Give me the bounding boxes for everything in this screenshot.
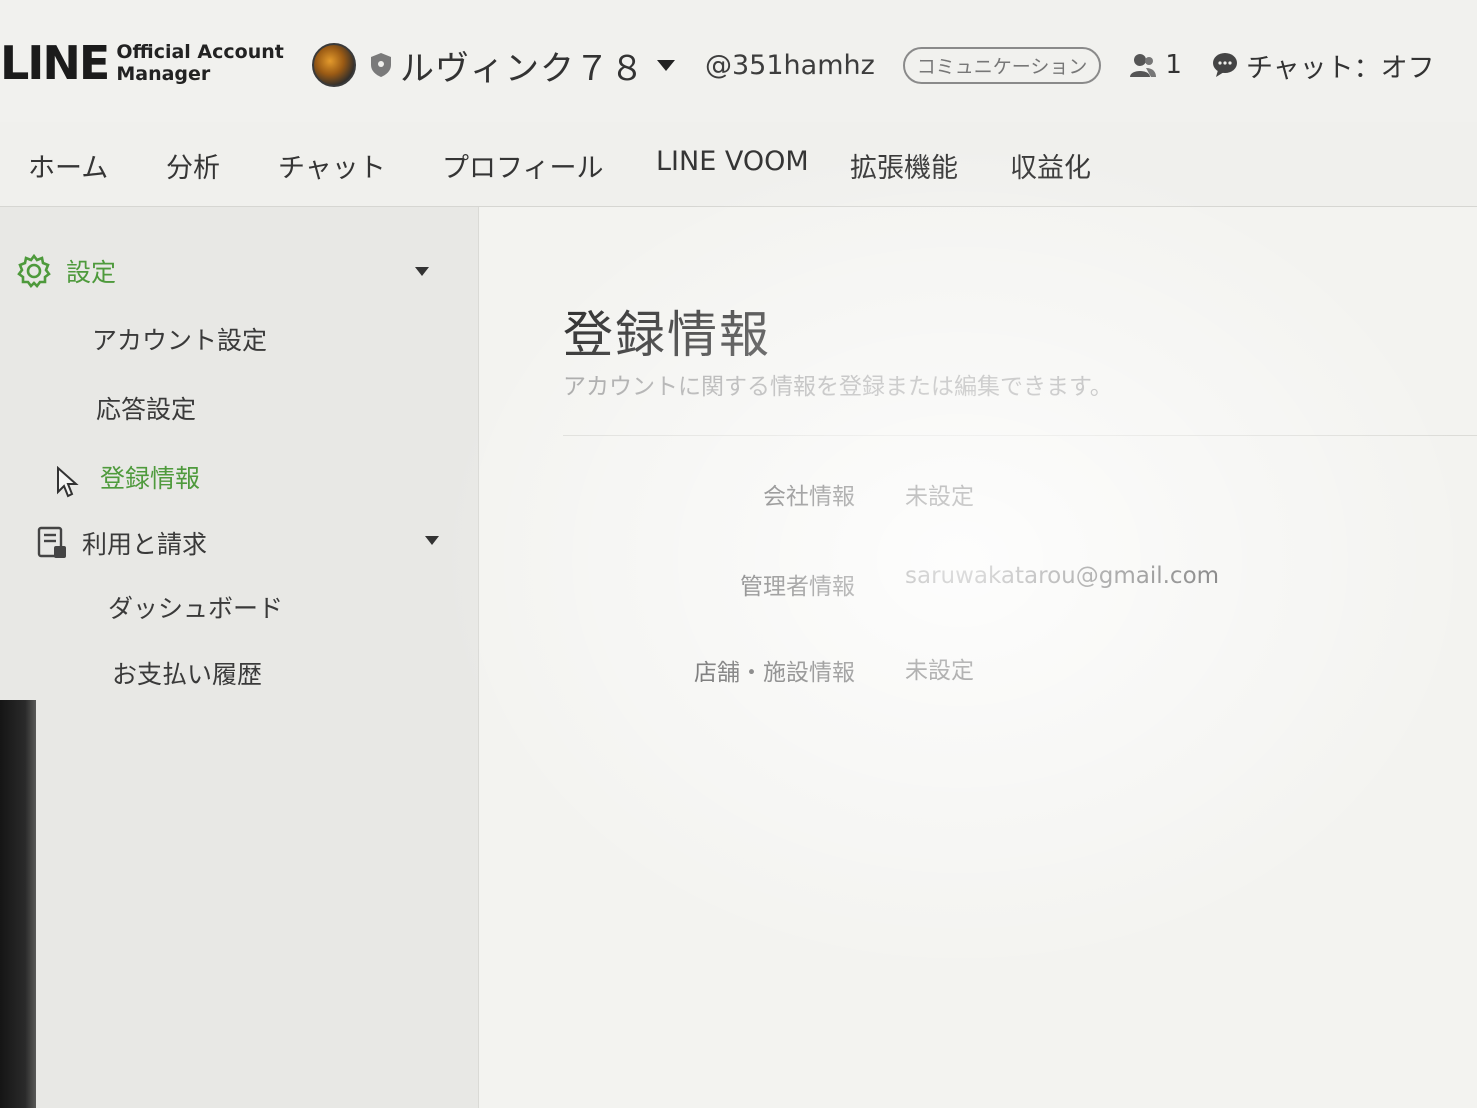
page-title: 登録情報 <box>563 306 771 364</box>
chat-status-toggle[interactable]: チャット：オフ <box>1212 46 1435 85</box>
account-id: @351hamhz <box>705 49 875 81</box>
account-switcher[interactable]: ルヴィンク７８ @351hamhz コミュニケーション 1 チャット：オフ <box>312 40 1435 90</box>
tab-analytics[interactable]: 分析 <box>166 146 220 185</box>
sidebar-section-billing-label: 利用と請求 <box>82 530 208 559</box>
tab-home[interactable]: ホーム <box>28 146 108 185</box>
chat-bubble-icon <box>1212 53 1237 77</box>
logo-subtitle-line1: Official Account <box>116 41 284 63</box>
monitor-bezel <box>0 700 36 1108</box>
sidebar-section-settings[interactable]: 設定 <box>16 253 116 289</box>
main-nav: ホーム 分析 チャット プロフィール LINE VOOM 拡張機能 収益化 <box>0 122 1477 207</box>
page-description: アカウントに関する情報を登録または編集できます。 <box>563 374 1113 400</box>
gear-icon <box>17 253 51 288</box>
info-label-store: 店舗・施設情報 <box>694 660 855 686</box>
sidebar-item-registration-info[interactable]: 登録情報 <box>100 459 200 495</box>
tab-profile[interactable]: プロフィール <box>442 146 603 185</box>
main-content: 登録情報 アカウントに関する情報を登録または編集できます。 会社情報 未設定 管… <box>479 207 1477 1108</box>
tab-monetization[interactable]: 収益化 <box>1010 146 1091 185</box>
mouse-cursor-icon <box>57 466 79 498</box>
sidebar-section-settings-label: 設定 <box>66 258 117 287</box>
info-value-company[interactable]: 未設定 <box>905 477 974 511</box>
sidebar-item-dashboard[interactable]: ダッシュボード <box>108 589 283 625</box>
plan-badge[interactable]: コミュニケーション <box>902 46 1102 84</box>
settings-collapse-caret-icon[interactable] <box>415 267 429 276</box>
info-value-store[interactable]: 未設定 <box>905 651 974 685</box>
account-avatar[interactable] <box>312 43 356 87</box>
account-name[interactable]: ルヴィンク７８ <box>400 41 645 90</box>
billing-collapse-caret-icon[interactable] <box>425 536 439 545</box>
shield-icon <box>371 53 391 77</box>
receipt-icon <box>37 526 66 558</box>
logo-subtitle-line2: Manager <box>116 63 211 85</box>
friend-count[interactable]: 1 <box>1129 50 1182 80</box>
logo-line-text: LINE <box>0 36 110 90</box>
sidebar-section-billing[interactable]: 利用と請求 <box>36 525 207 561</box>
logo-subtitle: Official Account Manager <box>116 41 283 85</box>
sidebar-item-payment-history[interactable]: お支払い履歴 <box>112 655 262 691</box>
friend-count-value: 1 <box>1165 50 1182 80</box>
tab-chat[interactable]: チャット <box>278 146 386 185</box>
account-dropdown-caret-icon[interactable] <box>657 59 675 71</box>
info-value-admin[interactable]: saruwakatarou@gmail.com <box>905 563 1219 589</box>
tab-extensions[interactable]: 拡張機能 <box>850 146 958 185</box>
tab-line-voom[interactable]: LINE VOOM <box>656 146 809 177</box>
sidebar-item-account-settings[interactable]: アカウント設定 <box>92 321 267 357</box>
app-screen: LINE Official Account Manager ルヴィンク７８ @3… <box>0 0 1477 1108</box>
person-icon <box>1130 54 1157 77</box>
info-label-company: 会社情報 <box>763 484 855 510</box>
app-logo[interactable]: LINE Official Account Manager <box>0 40 284 86</box>
chat-status-text: チャット：オフ <box>1245 52 1435 84</box>
sidebar-item-response-settings[interactable]: 応答設定 <box>96 390 196 426</box>
top-header: LINE Official Account Manager ルヴィンク７８ @3… <box>0 0 1477 123</box>
sidebar: 設定 アカウント設定 応答設定 登録情報 利用と請求 ダッシュボード お支払い履… <box>0 207 479 1108</box>
content-divider <box>563 435 1477 436</box>
info-label-admin: 管理者情報 <box>740 574 855 600</box>
